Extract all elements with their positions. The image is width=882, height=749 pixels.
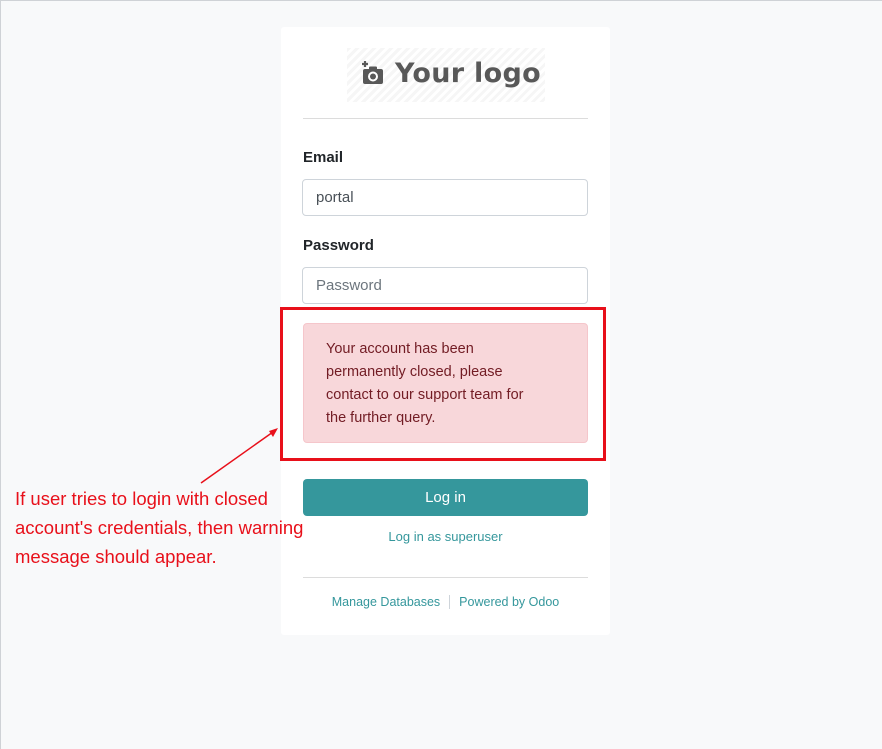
- alert-highlight-box: [280, 307, 606, 461]
- camera-plus-icon: [359, 60, 385, 87]
- login-superuser-link[interactable]: Log in as superuser: [281, 529, 610, 544]
- email-field[interactable]: [302, 179, 588, 216]
- password-field[interactable]: [302, 267, 588, 304]
- powered-by-odoo-link[interactable]: Powered by Odoo: [459, 595, 559, 609]
- footer-links: Manage Databases Powered by Odoo: [281, 595, 610, 609]
- password-label: Password: [303, 237, 374, 254]
- header-divider: [303, 118, 588, 119]
- logo-text: Your logo: [395, 58, 541, 89]
- company-logo: Your logo: [347, 48, 545, 102]
- email-label: Email: [303, 149, 344, 166]
- manage-databases-link[interactable]: Manage Databases: [332, 595, 440, 609]
- login-button[interactable]: Log in: [303, 479, 588, 516]
- annotation-note: If user tries to login with closed accou…: [15, 488, 304, 567]
- footer-divider: [303, 577, 588, 578]
- footer-separator: [449, 595, 451, 609]
